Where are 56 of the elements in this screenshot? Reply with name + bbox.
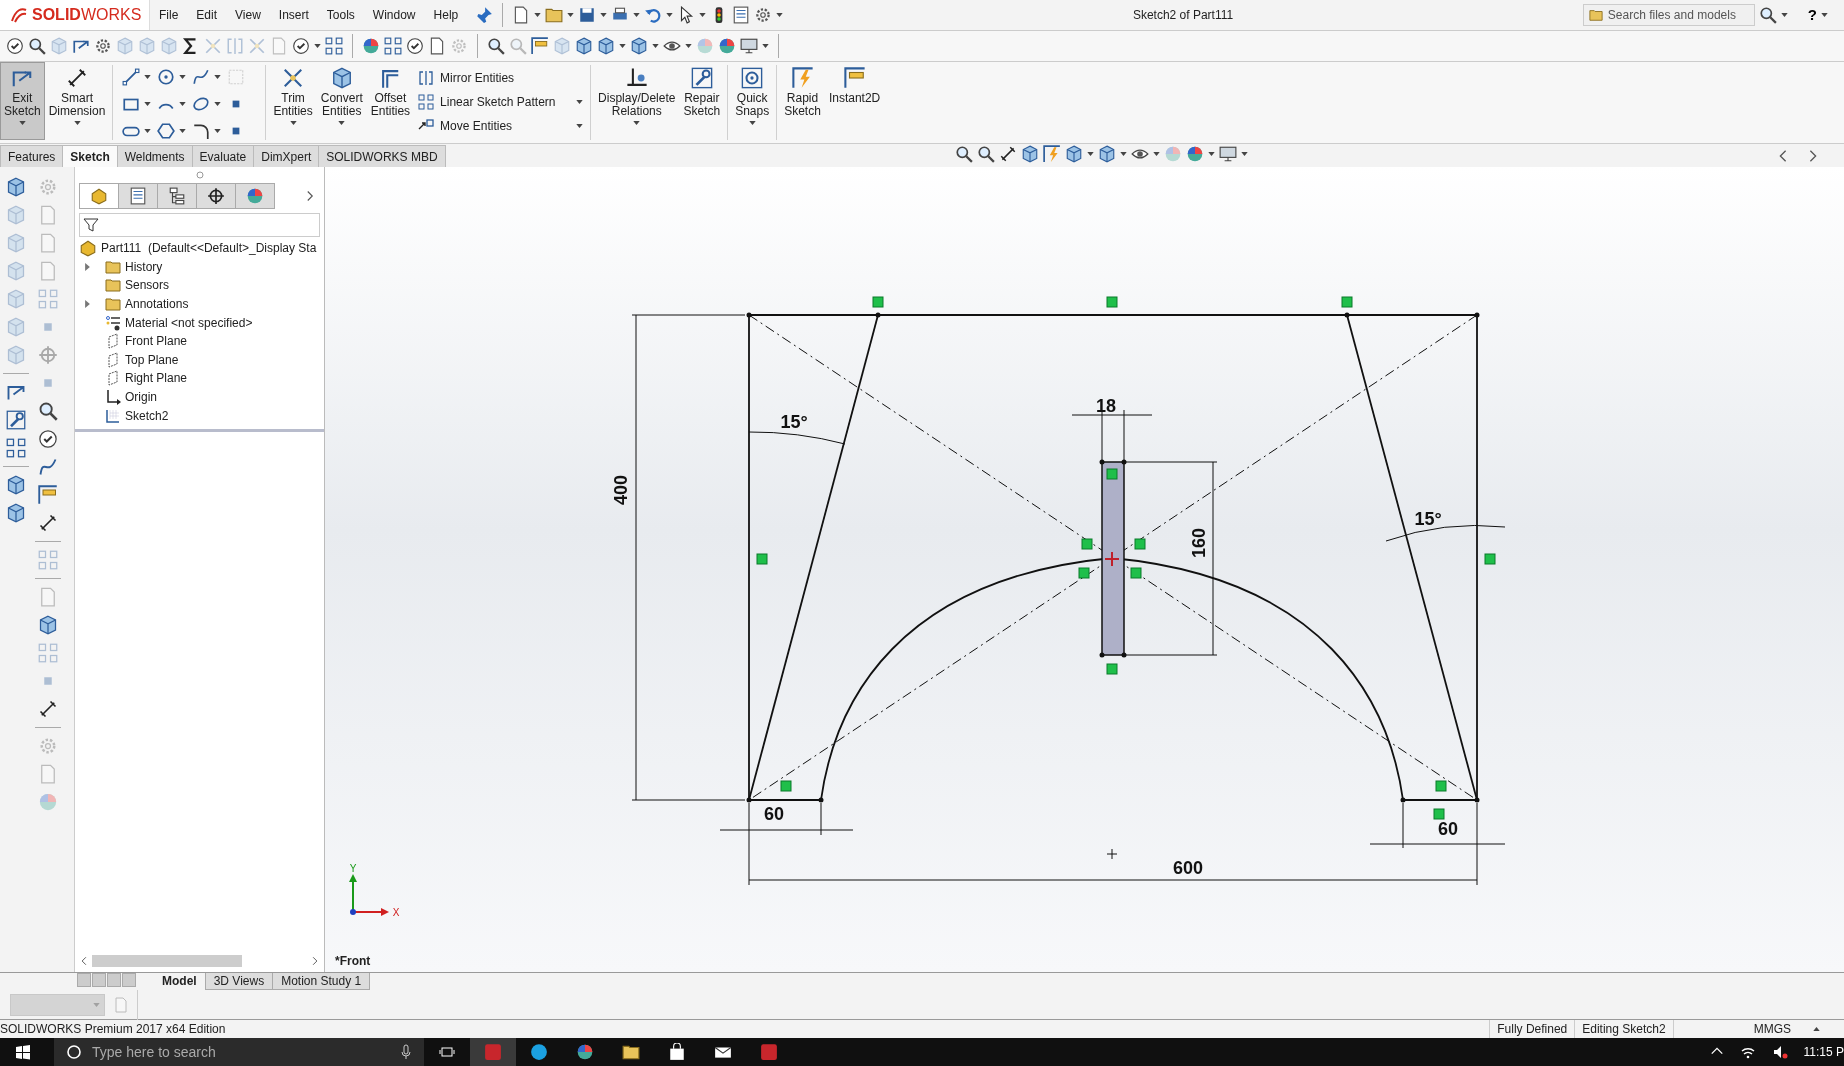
- ribbon-button[interactable]: Convert Entities: [316, 62, 367, 140]
- ribbon-button[interactable]: Mirror Entities: [414, 66, 588, 90]
- ribbon-button[interactable]: Linear Sketch Pattern: [414, 90, 588, 114]
- tree-item[interactable]: Sensors: [79, 276, 324, 295]
- axis-label: X: [392, 907, 400, 918]
- search-field[interactable]: Search files and models: [1582, 4, 1755, 26]
- menu-item[interactable]: View: [226, 6, 270, 24]
- tree-item[interactable]: Right Plane: [79, 369, 324, 388]
- tree-item[interactable]: Annotations: [79, 294, 324, 314]
- dimension-text[interactable]: 15°: [780, 411, 808, 432]
- ribbon-button[interactable]: Trim Entities: [269, 62, 317, 140]
- menu-item[interactable]: Help: [424, 6, 468, 24]
- ribbon-button[interactable]: Offset Entities: [366, 62, 415, 140]
- ribbon-button[interactable]: Instant2D: [824, 62, 885, 140]
- menu-item[interactable]: Insert: [269, 6, 318, 24]
- dimension-text[interactable]: 400: [610, 475, 631, 505]
- tab[interactable]: Evaluate: [191, 145, 255, 167]
- ribbon-button[interactable]: Display/Delete Relations: [594, 62, 680, 140]
- status-text: SOLIDWORKS Premium 2017 x64 Edition: [0, 1021, 226, 1038]
- menu-item[interactable]: File: [150, 6, 188, 24]
- window-title: Sketch2 of Part111: [1132, 8, 1234, 22]
- search-field[interactable]: Type here to search: [54, 1038, 424, 1066]
- ribbon-button[interactable]: Smart Dimension: [44, 62, 110, 140]
- dimension-text[interactable]: 600: [1173, 857, 1203, 878]
- tree-item[interactable]: Origin: [79, 387, 324, 407]
- tab[interactable]: Features: [0, 145, 64, 167]
- tree-item[interactable]: Sketch2: [79, 406, 324, 425]
- ribbon-button[interactable]: Move Entities: [414, 114, 588, 138]
- menu-item[interactable]: Window: [363, 6, 425, 24]
- logo: SOLIDWORKS: [0, 0, 150, 30]
- menu-item[interactable]: Tools: [317, 6, 364, 24]
- tab[interactable]: DimXpert: [253, 145, 320, 167]
- dimension-text[interactable]: 160: [1188, 528, 1209, 558]
- ribbon-button[interactable]: Quick Snaps: [731, 62, 774, 140]
- tree-item[interactable]: History: [79, 257, 324, 277]
- tab[interactable]: SOLIDWORKS MBD: [318, 145, 446, 167]
- dimension-text[interactable]: 60: [764, 803, 784, 824]
- ribbon-button[interactable]: Repair Sketch: [679, 62, 725, 140]
- tree-item[interactable]: Front Plane: [79, 331, 324, 351]
- ribbon-button[interactable]: Rapid Sketch: [780, 62, 825, 140]
- tree-item[interactable]: Part111 (Default<<Default>_Display Sta: [79, 239, 324, 258]
- tree-item[interactable]: Material <not specified>: [79, 313, 324, 332]
- clock: 11:15 P: [1803, 1044, 1844, 1061]
- tree-item[interactable]: Top Plane: [79, 350, 324, 370]
- view-label: *Front: [335, 953, 371, 970]
- axis-label: Y: [349, 863, 357, 874]
- tab[interactable]: 3D Views: [204, 973, 274, 990]
- ribbon-button[interactable]: Exit Sketch: [0, 62, 45, 140]
- dimension-text[interactable]: 60: [1438, 818, 1458, 839]
- tab[interactable]: Weldments: [116, 145, 193, 167]
- tab[interactable]: Sketch: [62, 145, 118, 167]
- dimension-text[interactable]: 18: [1096, 395, 1116, 416]
- tab[interactable]: Motion Study 1: [272, 973, 371, 990]
- help-button[interactable]: ?: [1803, 3, 1821, 27]
- menu-item[interactable]: Edit: [187, 6, 227, 24]
- dimension-text[interactable]: 15°: [1414, 508, 1442, 529]
